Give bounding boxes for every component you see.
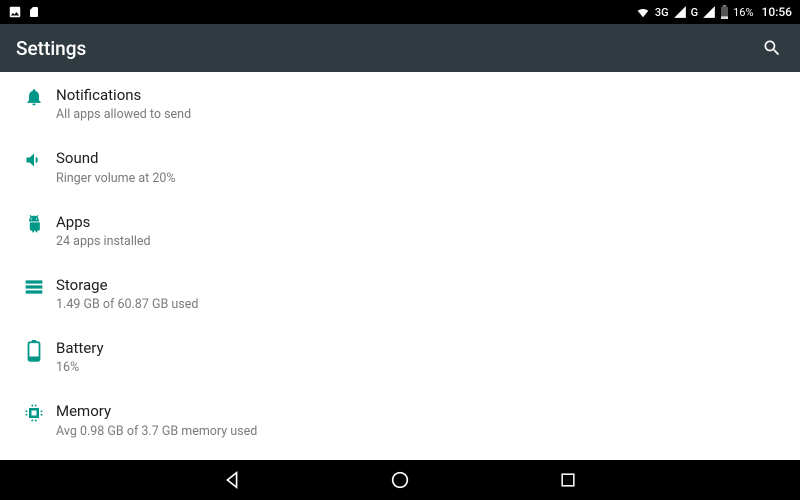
setting-item-sound[interactable]: Sound Ringer volume at 20% bbox=[0, 135, 800, 198]
setting-title: Storage bbox=[56, 275, 784, 295]
setting-title: Notifications bbox=[56, 85, 784, 105]
status-time: 10:56 bbox=[762, 5, 792, 19]
wifi-icon bbox=[635, 5, 651, 19]
setting-subtitle: Ringer volume at 20% bbox=[56, 171, 784, 186]
setting-title: Sound bbox=[56, 148, 784, 168]
navigation-bar bbox=[0, 460, 800, 500]
page-title: Settings bbox=[16, 37, 86, 60]
memory-icon bbox=[24, 403, 44, 423]
network-type-label: 3G bbox=[655, 6, 669, 19]
android-icon bbox=[24, 214, 44, 234]
setting-subtitle: 24 apps installed bbox=[56, 234, 784, 249]
app-bar: Settings bbox=[0, 24, 800, 72]
circle-home-icon bbox=[389, 469, 411, 491]
setting-title: Battery bbox=[56, 338, 784, 358]
setting-subtitle: Avg 0.98 GB of 3.7 GB memory used bbox=[56, 424, 784, 439]
signal-icon-2 bbox=[702, 5, 716, 19]
search-button[interactable] bbox=[760, 36, 784, 60]
setting-subtitle: All apps allowed to send bbox=[56, 107, 784, 122]
setting-item-memory[interactable]: Memory Avg 0.98 GB of 3.7 GB memory used bbox=[0, 388, 800, 451]
search-icon bbox=[762, 38, 782, 58]
setting-item-apps[interactable]: Apps 24 apps installed bbox=[0, 199, 800, 262]
setting-item-notifications[interactable]: Notifications All apps allowed to send bbox=[0, 72, 800, 135]
setting-subtitle: 1.49 GB of 60.87 GB used bbox=[56, 297, 784, 312]
setting-item-battery[interactable]: Battery 16% bbox=[0, 325, 800, 388]
battery-percent: 16% bbox=[733, 6, 753, 19]
setting-title: Memory bbox=[56, 401, 784, 421]
recent-apps-button[interactable] bbox=[554, 466, 582, 494]
setting-item-users[interactable]: Users Signed in as Owner bbox=[0, 452, 800, 461]
storage-icon bbox=[24, 277, 44, 297]
bell-icon bbox=[24, 87, 44, 107]
sdcard-notification-icon bbox=[28, 5, 40, 19]
status-bar: 3G G 16% 10:56 bbox=[0, 0, 800, 24]
battery-status-icon bbox=[720, 5, 729, 19]
home-button[interactable] bbox=[386, 466, 414, 494]
back-button[interactable] bbox=[218, 466, 246, 494]
signal-icon bbox=[673, 5, 687, 19]
battery-icon bbox=[27, 340, 41, 362]
triangle-back-icon bbox=[221, 469, 243, 491]
image-notification-icon bbox=[8, 5, 22, 19]
square-recents-icon bbox=[558, 470, 578, 490]
setting-title: Apps bbox=[56, 212, 784, 232]
settings-list: Notifications All apps allowed to send S… bbox=[0, 72, 800, 460]
setting-item-storage[interactable]: Storage 1.49 GB of 60.87 GB used bbox=[0, 262, 800, 325]
carrier-label: G bbox=[691, 6, 699, 19]
volume-icon bbox=[24, 150, 44, 170]
setting-subtitle: 16% bbox=[56, 360, 784, 375]
